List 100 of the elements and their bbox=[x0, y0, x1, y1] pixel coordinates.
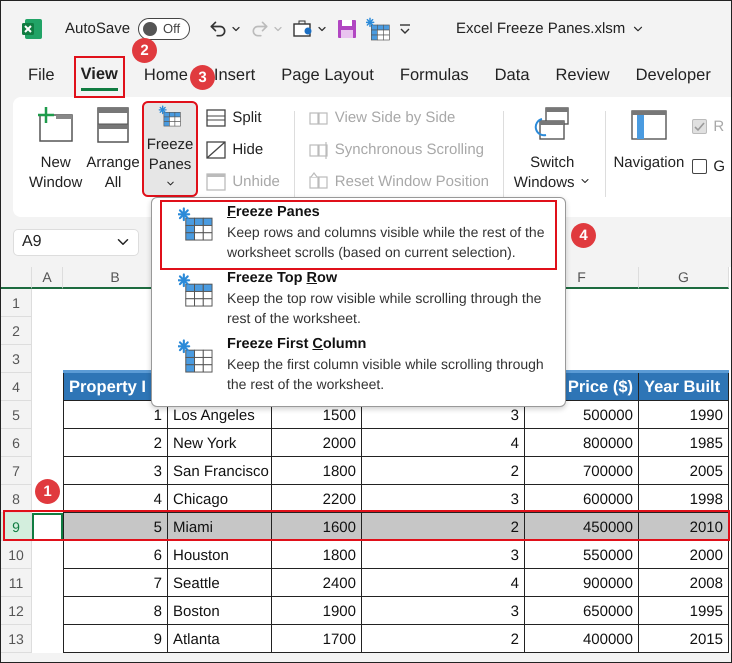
row-header[interactable]: 11 bbox=[1, 569, 32, 597]
table-cell: 2 bbox=[362, 513, 525, 541]
synchronous-scrolling-icon bbox=[308, 140, 329, 160]
ribbon-tab[interactable]: Developer bbox=[636, 62, 711, 92]
ribbon-tab[interactable]: Data bbox=[494, 62, 530, 92]
menu-item-title[interactable]: Freeze Panes bbox=[227, 204, 545, 220]
table-cell: 2000 bbox=[272, 429, 362, 457]
table-cell: 2200 bbox=[272, 485, 362, 513]
ribbon-button[interactable]: Navigation bbox=[613, 103, 684, 195]
table-cell: 9 bbox=[63, 625, 168, 653]
autosave-toggle[interactable]: Off bbox=[138, 18, 190, 40]
ribbon-tab[interactable]: Home bbox=[144, 62, 188, 92]
table-header-cell: Year Built bbox=[639, 373, 729, 401]
table-cell: 650000 bbox=[525, 597, 639, 625]
table-cell: 1800 bbox=[272, 541, 362, 569]
ribbon-tab[interactable]: Formulas bbox=[400, 62, 469, 92]
freeze-panes-icon bbox=[366, 16, 390, 40]
table-cell: 1900 bbox=[272, 597, 362, 625]
table-cell: 2400 bbox=[272, 569, 362, 597]
column-header[interactable]: G bbox=[639, 267, 729, 289]
table-cell: 4 bbox=[362, 429, 525, 457]
ribbon-tab[interactable]: Review bbox=[556, 62, 610, 92]
menu-item-description: Keep rows and columns visible while the rest of the worksheet scrolls (based on current selection). bbox=[227, 223, 545, 262]
row-header[interactable]: 12 bbox=[1, 597, 32, 625]
table-cell: Seattle bbox=[168, 569, 272, 597]
undo-button[interactable] bbox=[208, 18, 242, 38]
table-cell: 1990 bbox=[639, 401, 729, 429]
step-badge: 4 bbox=[571, 223, 596, 248]
table-cell: 800000 bbox=[525, 429, 639, 457]
table-cell: 2008 bbox=[639, 569, 729, 597]
ribbon-small-button[interactable]: Split bbox=[206, 106, 280, 129]
table-cell: 3 bbox=[362, 597, 525, 625]
step-badge: 2 bbox=[132, 38, 157, 63]
ribbon-tab[interactable]: Page Layout bbox=[281, 62, 374, 92]
row-header[interactable]: 4 bbox=[1, 373, 32, 401]
menu-item-title[interactable]: Freeze First Column bbox=[227, 336, 545, 352]
row-header[interactable]: 8 bbox=[1, 485, 32, 513]
new-window-icon bbox=[36, 105, 76, 145]
split-icon bbox=[206, 108, 226, 128]
table-cell: Houston bbox=[168, 541, 272, 569]
save-icon[interactable] bbox=[336, 18, 358, 40]
row-header[interactable]: 7 bbox=[1, 457, 32, 485]
unhide-icon bbox=[206, 172, 226, 192]
table-cell: 2000 bbox=[639, 541, 729, 569]
table-cell: 8 bbox=[63, 597, 168, 625]
table-cell: San Francisco bbox=[168, 457, 272, 485]
toolbox-icon bbox=[292, 18, 314, 38]
table-cell: 700000 bbox=[525, 457, 639, 485]
table-cell: 4 bbox=[63, 485, 168, 513]
table-cell: Miami bbox=[168, 513, 272, 541]
ribbon-small-button[interactable]: Hide bbox=[206, 138, 280, 161]
table-cell: 550000 bbox=[525, 541, 639, 569]
table-cell: Atlanta bbox=[168, 625, 272, 653]
table-cell: Chicago bbox=[168, 485, 272, 513]
table-cell: New York bbox=[168, 429, 272, 457]
row-header[interactable]: 3 bbox=[1, 345, 32, 373]
table-cell: 3 bbox=[63, 457, 168, 485]
table-cell: 7 bbox=[63, 569, 168, 597]
ribbon-tab[interactable]: File bbox=[28, 62, 55, 92]
table-cell: 5 bbox=[63, 513, 168, 541]
table-cell: Boston bbox=[168, 597, 272, 625]
autosave-label: AutoSave bbox=[65, 20, 130, 37]
row-header[interactable]: 5 bbox=[1, 401, 32, 429]
table-cell: 500000 bbox=[525, 401, 639, 429]
ribbon-button[interactable]: Switch Windows bbox=[512, 103, 593, 195]
redo-icon bbox=[250, 18, 270, 38]
table-cell: 2 bbox=[362, 457, 525, 485]
customize-toolbar-icon[interactable] bbox=[398, 22, 412, 36]
column-header[interactable]: A bbox=[32, 267, 63, 289]
table-cell: 2015 bbox=[639, 625, 729, 653]
row-header[interactable]: 13 bbox=[1, 625, 32, 653]
table-cell: 1800 bbox=[272, 457, 362, 485]
row-header[interactable]: 1 bbox=[1, 289, 32, 317]
table-cell: 6 bbox=[63, 541, 168, 569]
file-name[interactable]: Excel Freeze Panes.xlsm bbox=[456, 20, 646, 37]
menu-item-description: Keep the top row visible while scrolling through the rest of the worksheet. bbox=[227, 289, 542, 328]
ribbon-button[interactable]: Arrange All bbox=[86, 103, 140, 195]
row-header[interactable]: 2 bbox=[1, 317, 32, 345]
table-cell: 1998 bbox=[639, 485, 729, 513]
tools-button[interactable] bbox=[292, 18, 328, 38]
table-cell: 1600 bbox=[272, 513, 362, 541]
ribbon-tab[interactable]: Insert bbox=[214, 62, 256, 92]
ribbon-checkbox[interactable]: G bbox=[692, 155, 725, 178]
table-cell: 4 bbox=[362, 569, 525, 597]
undo-icon bbox=[208, 18, 228, 38]
row-header[interactable]: 6 bbox=[1, 429, 32, 457]
select-all-corner[interactable] bbox=[1, 267, 32, 289]
ribbon-button[interactable]: Freeze Panes bbox=[144, 103, 196, 195]
name-box[interactable]: A9 bbox=[13, 228, 139, 256]
reset-position-icon bbox=[308, 172, 329, 192]
ribbon-button[interactable]: New Window bbox=[29, 103, 82, 195]
menu-item[interactable]: Freeze Panes Keep rows and columns visible while the rest of the worksheet scrolls (based on current selection). bbox=[162, 202, 555, 268]
table-cell: 1985 bbox=[639, 429, 729, 457]
table-cell: 3 bbox=[362, 541, 525, 569]
table-cell: 400000 bbox=[525, 625, 639, 653]
active-cell[interactable] bbox=[32, 513, 63, 541]
table-cell: 2005 bbox=[639, 457, 729, 485]
row-header[interactable]: 10 bbox=[1, 541, 32, 569]
step-badge: 3 bbox=[190, 65, 215, 90]
table-cell: 3 bbox=[362, 485, 525, 513]
